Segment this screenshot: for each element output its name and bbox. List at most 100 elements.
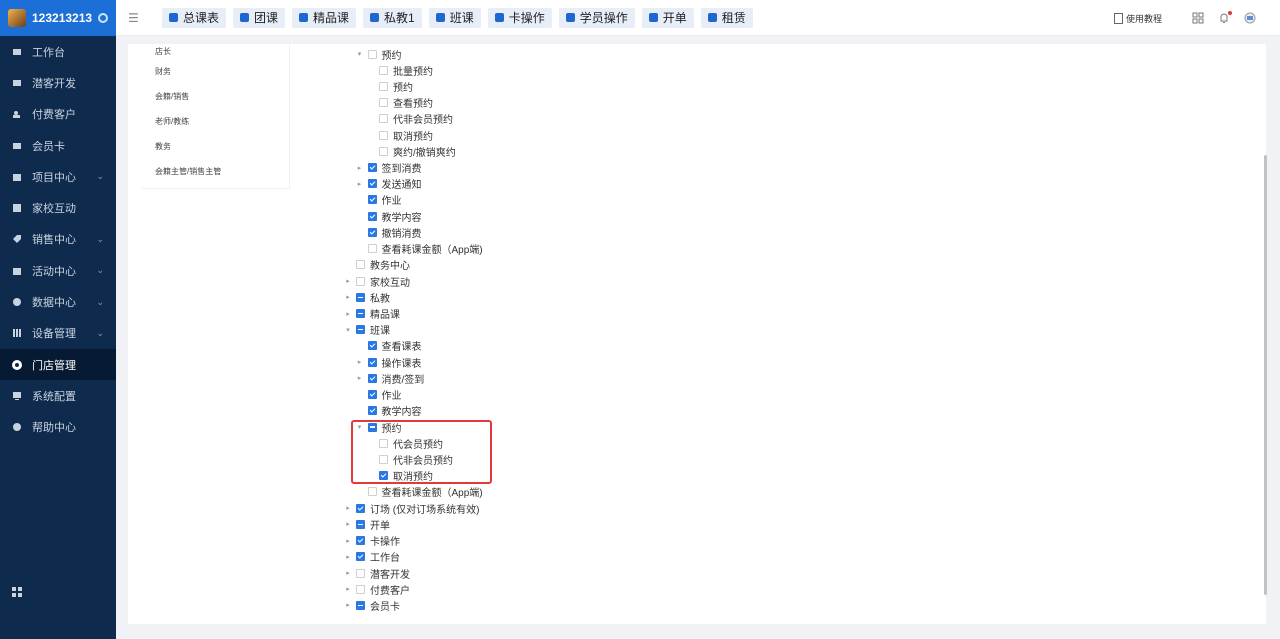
sidebar-item[interactable]: 潜客开发 bbox=[0, 67, 116, 98]
tree-node[interactable]: 批量预约 bbox=[367, 63, 433, 78]
quick-tab[interactable]: 卡操作 bbox=[487, 7, 552, 28]
tree-node[interactable]: ▸ 发送通知 bbox=[356, 177, 422, 191]
tree-node[interactable]: ▸ 精品课 bbox=[344, 307, 400, 321]
tree-checkbox[interactable] bbox=[367, 341, 377, 351]
tree-checkbox[interactable] bbox=[379, 130, 388, 140]
tree-checkbox[interactable] bbox=[367, 244, 377, 254]
tree-checkbox[interactable] bbox=[356, 584, 365, 594]
tree-checkbox[interactable] bbox=[356, 503, 365, 513]
tree-checkbox[interactable] bbox=[356, 600, 365, 610]
tree-checkbox[interactable] bbox=[356, 568, 365, 578]
tree-checkbox[interactable] bbox=[367, 179, 377, 189]
scrollbar[interactable] bbox=[1264, 155, 1267, 595]
tree-node[interactable]: 教学内容 bbox=[356, 404, 422, 418]
caret-right-icon[interactable]: ▸ bbox=[344, 537, 352, 545]
tree-checkbox[interactable] bbox=[356, 260, 365, 270]
role-item[interactable]: 店长 bbox=[142, 44, 289, 59]
apps-grid-icon[interactable] bbox=[12, 587, 22, 597]
tree-node[interactable]: 爽约/撤销爽约 bbox=[367, 144, 456, 159]
quick-tab[interactable]: 精品课 bbox=[292, 7, 357, 28]
tree-checkbox[interactable] bbox=[356, 552, 365, 562]
tree-checkbox[interactable] bbox=[367, 227, 377, 237]
tree-checkbox[interactable] bbox=[356, 519, 365, 529]
tree-checkbox[interactable] bbox=[379, 81, 388, 91]
tree-node[interactable]: 代非会员预约 bbox=[367, 112, 453, 126]
tree-node[interactable]: ▸ 开单 bbox=[344, 517, 390, 532]
tree-node[interactable]: 查看预约 bbox=[367, 96, 433, 110]
tree-node[interactable]: 教学内容 bbox=[356, 209, 422, 224]
caret-right-icon[interactable]: ▸ bbox=[356, 164, 364, 172]
user-avatar-icon[interactable] bbox=[1244, 12, 1256, 24]
tree-node[interactable]: ▸ 工作台 bbox=[344, 550, 400, 564]
sidebar-item[interactable]: 销售中心 ⌄ bbox=[0, 224, 116, 255]
role-item[interactable]: 会籍/销售 bbox=[142, 84, 289, 109]
tree-checkbox[interactable] bbox=[367, 487, 377, 497]
caret-right-icon[interactable]: ▸ bbox=[344, 569, 352, 577]
sidebar-item[interactable]: 项目中心 ⌄ bbox=[0, 161, 116, 192]
tree-checkbox[interactable] bbox=[379, 146, 388, 156]
caret-right-icon[interactable]: ▸ bbox=[344, 520, 352, 528]
role-item[interactable]: 会籍主管/销售主管 bbox=[142, 159, 289, 184]
tree-node[interactable]: ▸ 潜客开发 bbox=[344, 566, 410, 581]
tree-node[interactable]: 作业 bbox=[356, 388, 402, 402]
tree-node[interactable]: 作业 bbox=[356, 193, 402, 207]
sidebar-item[interactable]: 数据中心 ⌄ bbox=[0, 286, 116, 317]
tree-checkbox[interactable] bbox=[356, 309, 365, 319]
caret-down-icon[interactable]: ▾ bbox=[344, 326, 352, 334]
quick-tab[interactable]: 总课表 bbox=[162, 7, 227, 28]
caret-right-icon[interactable]: ▸ bbox=[344, 504, 352, 512]
tree-node[interactable]: ▸ 卡操作 bbox=[344, 534, 400, 548]
qr-grid-icon[interactable] bbox=[1192, 12, 1204, 24]
tree-node[interactable]: 查看耗课金额（App端) bbox=[356, 242, 483, 256]
tree-node[interactable]: ▸ 订场 (仅对订场系统有效) bbox=[344, 501, 479, 516]
tree-node[interactable]: ▾ 预约 bbox=[356, 47, 402, 62]
tree-node[interactable]: 查看课表 bbox=[356, 339, 422, 353]
sidebar-item[interactable]: 会员卡 bbox=[0, 130, 116, 161]
tree-node[interactable]: ▸ 签到消费 bbox=[356, 161, 422, 175]
tree-node[interactable]: ▸ 付费客户 bbox=[344, 582, 410, 597]
tree-node[interactable]: ▾ 班课 bbox=[344, 323, 390, 337]
switch-store-icon[interactable] bbox=[98, 13, 108, 23]
role-item[interactable]: 老师/教练 bbox=[142, 109, 289, 134]
tree-node[interactable]: 取消预约 bbox=[367, 128, 433, 143]
tree-checkbox[interactable] bbox=[356, 536, 365, 546]
caret-right-icon[interactable]: ▸ bbox=[356, 358, 364, 366]
tree-checkbox[interactable] bbox=[367, 211, 377, 221]
tree-node[interactable]: ▸ 家校互动 bbox=[344, 274, 410, 289]
tree-node[interactable]: ▸ 会员卡 bbox=[344, 598, 400, 613]
tree-checkbox[interactable] bbox=[379, 98, 388, 108]
sidebar-item[interactable]: 设备管理 ⌄ bbox=[0, 318, 116, 349]
role-item[interactable]: 教务 bbox=[142, 134, 289, 159]
tree-node[interactable]: ▸ 消费/签到 bbox=[356, 371, 424, 386]
tutorial-link[interactable]: 使用教程 bbox=[1113, 12, 1162, 25]
tree-checkbox[interactable] bbox=[367, 406, 377, 416]
sidebar-item[interactable]: 帮助中心 bbox=[0, 412, 116, 443]
caret-right-icon[interactable]: ▸ bbox=[344, 585, 352, 593]
caret-right-icon[interactable]: ▸ bbox=[344, 310, 352, 318]
quick-tab[interactable]: 团课 bbox=[233, 7, 286, 28]
tree-checkbox[interactable] bbox=[356, 325, 365, 335]
tree-checkbox[interactable] bbox=[367, 357, 377, 367]
caret-right-icon[interactable]: ▸ bbox=[356, 180, 364, 188]
quick-tab[interactable]: 学员操作 bbox=[558, 7, 635, 28]
tree-checkbox[interactable] bbox=[367, 373, 377, 383]
caret-right-icon[interactable]: ▸ bbox=[344, 277, 352, 285]
sidebar-item[interactable]: 工作台 bbox=[0, 36, 116, 67]
sidebar-item[interactable]: 付费客户 bbox=[0, 99, 116, 130]
sidebar-item[interactable]: 家校互动 bbox=[0, 192, 116, 223]
caret-right-icon[interactable]: ▸ bbox=[344, 601, 352, 609]
quick-tab[interactable]: 租赁 bbox=[700, 7, 753, 28]
tree-checkbox[interactable] bbox=[367, 163, 377, 173]
tree-node[interactable]: ▸ 私教 bbox=[344, 290, 390, 305]
brand-header[interactable]: 123213213 bbox=[0, 0, 116, 36]
role-item[interactable]: 财务 bbox=[142, 59, 289, 84]
tree-node[interactable]: 查看耗课金额（App端) bbox=[356, 485, 483, 499]
tree-node[interactable]: 撤销消费 bbox=[356, 225, 422, 240]
caret-right-icon[interactable]: ▸ bbox=[344, 553, 352, 561]
tree-checkbox[interactable] bbox=[367, 195, 377, 205]
sidebar-item[interactable]: 活动中心 ⌄ bbox=[0, 255, 116, 286]
sidebar-item[interactable]: 系统配置 bbox=[0, 380, 116, 411]
quick-tab[interactable]: 私教1 bbox=[363, 7, 422, 28]
caret-right-icon[interactable]: ▸ bbox=[344, 293, 352, 301]
sidebar-item[interactable]: 门店管理 bbox=[0, 348, 116, 381]
